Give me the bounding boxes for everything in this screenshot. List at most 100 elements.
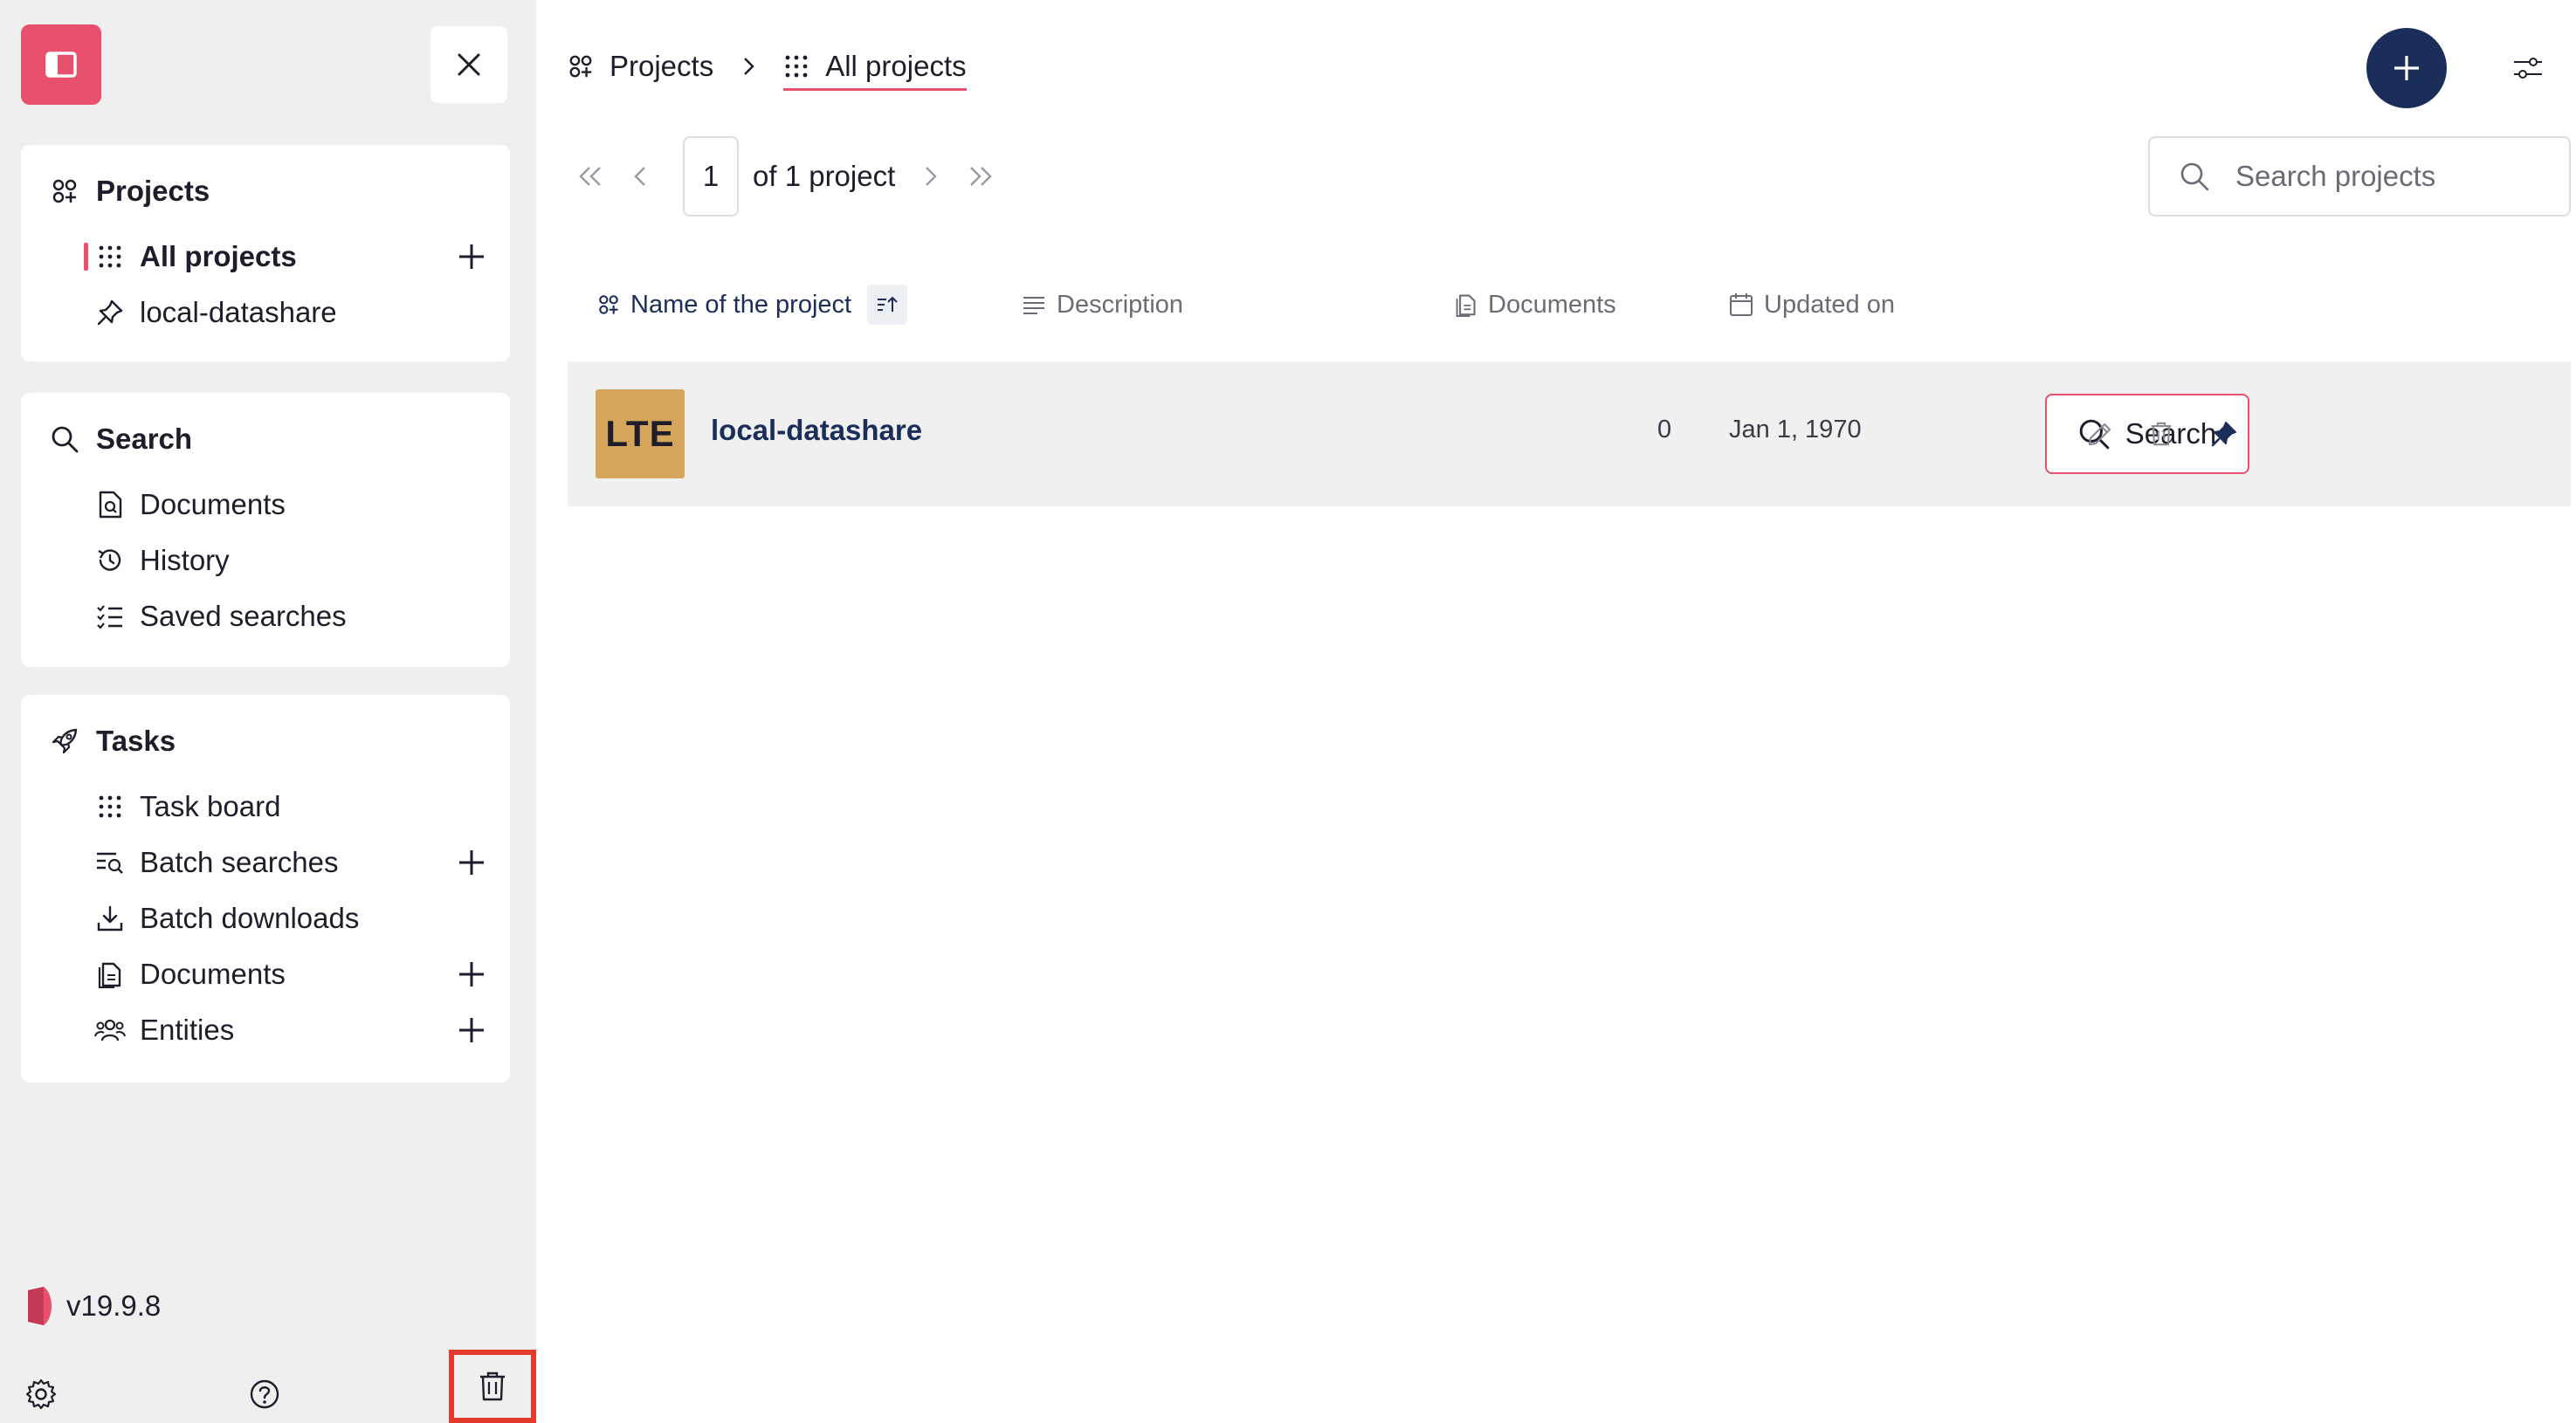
- projects-card: Projects All projects local-datashare: [21, 145, 510, 361]
- delete-project-button[interactable]: [2141, 414, 2181, 454]
- pin-icon: [93, 299, 127, 327]
- sidebar-panel-icon: [45, 52, 77, 78]
- trash-icon: [2151, 422, 2172, 446]
- help-button[interactable]: [243, 1372, 286, 1416]
- sort-ascending-icon: [878, 296, 898, 312]
- breadcrumb-projects-label: Projects: [610, 50, 714, 82]
- new-project-button[interactable]: [2366, 28, 2447, 108]
- search-section-header[interactable]: Search: [51, 423, 192, 456]
- projects-section-header[interactable]: Projects: [51, 175, 210, 208]
- projects-icon: [599, 295, 618, 314]
- sidebar-item-label: Batch searches: [140, 846, 339, 878]
- sidebar: Projects All projects local-datashare Se…: [0, 0, 536, 1423]
- plus-icon: [459, 962, 484, 986]
- edit-project-button[interactable]: [2080, 414, 2120, 454]
- sidebar-item-all-projects[interactable]: All projects: [84, 230, 489, 283]
- download-icon: [93, 904, 127, 932]
- sidebar-item-label: local-datashare: [140, 296, 337, 328]
- next-page-button[interactable]: [909, 155, 951, 197]
- sort-ascending-button[interactable]: [867, 285, 908, 325]
- breadcrumb-projects[interactable]: Projects: [568, 50, 713, 83]
- sidebar-item-batch-downloads[interactable]: Batch downloads: [93, 892, 489, 945]
- plus-icon: [459, 1018, 484, 1042]
- search-card: Search Documents History Saved searches: [21, 393, 510, 667]
- last-page-button[interactable]: [960, 155, 1002, 197]
- projects-icon: [569, 55, 592, 78]
- sliders-icon: [2514, 58, 2542, 79]
- settings-button[interactable]: [19, 1372, 63, 1416]
- close-sidebar-button[interactable]: [430, 26, 507, 103]
- column-label-documents: Documents: [1488, 290, 1616, 319]
- search-placeholder: Search projects: [2235, 160, 2436, 192]
- align-left-icon: [1023, 297, 1044, 314]
- documents-icon: [93, 960, 127, 988]
- close-icon: [458, 53, 480, 76]
- breadcrumb-all-projects[interactable]: All projects: [783, 50, 967, 91]
- column-header-documents[interactable]: Documents: [1455, 283, 1616, 327]
- add-batch-search-button[interactable]: [454, 845, 489, 880]
- plus-icon: [459, 850, 484, 875]
- calendar-icon: [1730, 293, 1753, 316]
- plus-icon: [2394, 56, 2419, 80]
- column-header-name[interactable]: Name of the project: [597, 283, 908, 327]
- chevron-left-icon: [634, 167, 645, 186]
- column-label-description: Description: [1057, 290, 1184, 319]
- sidebar-item-entities[interactable]: Entities: [93, 1004, 489, 1056]
- trash-button[interactable]: [449, 1350, 536, 1423]
- app-version: v19.9.8: [26, 1285, 161, 1327]
- column-label-name: Name of the project: [630, 290, 852, 319]
- column-header-updated[interactable]: Updated on: [1729, 283, 1895, 327]
- sidebar-item-documents[interactable]: Documents: [93, 478, 489, 531]
- list-search-icon: [93, 849, 127, 876]
- chevrons-left-icon: [579, 167, 601, 186]
- settings-sliders-button[interactable]: [2508, 48, 2548, 88]
- add-project-button[interactable]: [454, 239, 489, 274]
- sidebar-item-label: Entities: [140, 1014, 235, 1046]
- project-updated-date: Jan 1, 1970: [1729, 416, 1862, 443]
- sidebar-toggle-button[interactable]: [21, 24, 101, 105]
- sidebar-item-local-datashare[interactable]: local-datashare: [93, 286, 489, 339]
- documents-icon: [1456, 294, 1476, 317]
- column-header-description[interactable]: Description: [1022, 283, 1183, 327]
- pin-filled-icon: [2211, 422, 2236, 447]
- pagination: 1 of 1 project: [569, 136, 1002, 217]
- sidebar-item-history[interactable]: History: [93, 534, 489, 587]
- sidebar-item-label: History: [140, 544, 230, 576]
- tasks-section-header[interactable]: Tasks: [51, 725, 176, 758]
- grid-dots-icon: [93, 244, 127, 270]
- table-row[interactable]: LTE local-datashare 0 Jan 1, 1970 Search: [568, 361, 2571, 506]
- sidebar-item-saved-searches[interactable]: Saved searches: [93, 590, 489, 643]
- tasks-section-title: Tasks: [96, 725, 176, 757]
- breadcrumb-current-label: All projects: [825, 50, 967, 82]
- chevron-right-icon: [744, 58, 754, 75]
- plus-icon: [459, 244, 484, 269]
- page-total-text: of 1 project: [753, 160, 896, 192]
- grid-dots-icon: [93, 794, 127, 820]
- search-projects-input[interactable]: Search projects: [2148, 136, 2571, 217]
- add-entities-task-button[interactable]: [454, 1013, 489, 1048]
- pin-project-button[interactable]: [2204, 414, 2244, 454]
- chevron-right-icon: [926, 167, 937, 186]
- datashare-logo-icon: [28, 1287, 52, 1325]
- history-icon: [93, 547, 127, 574]
- add-documents-task-button[interactable]: [454, 957, 489, 992]
- sidebar-item-batch-searches[interactable]: Batch searches: [93, 836, 489, 889]
- gear-icon: [25, 1378, 57, 1410]
- sidebar-item-label: Batch downloads: [140, 902, 360, 934]
- page-number-input[interactable]: 1: [683, 136, 739, 217]
- project-name-link[interactable]: local-datashare: [711, 414, 922, 447]
- sidebar-item-task-documents[interactable]: Documents: [93, 948, 489, 1000]
- first-page-button[interactable]: [569, 155, 611, 197]
- breadcrumb: Projects All projects: [568, 42, 967, 91]
- sidebar-item-task-board[interactable]: Task board: [93, 780, 489, 833]
- search-icon: [52, 426, 79, 453]
- sidebar-item-label: Saved searches: [140, 600, 347, 632]
- rocket-icon: [52, 728, 78, 754]
- prev-page-button[interactable]: [620, 155, 662, 197]
- search-section-title: Search: [96, 423, 193, 455]
- project-avatar: LTE: [596, 389, 685, 478]
- help-icon: [250, 1379, 279, 1409]
- sidebar-item-label: All projects: [140, 240, 297, 272]
- trash-icon: [480, 1371, 505, 1401]
- version-label: v19.9.8: [66, 1289, 162, 1322]
